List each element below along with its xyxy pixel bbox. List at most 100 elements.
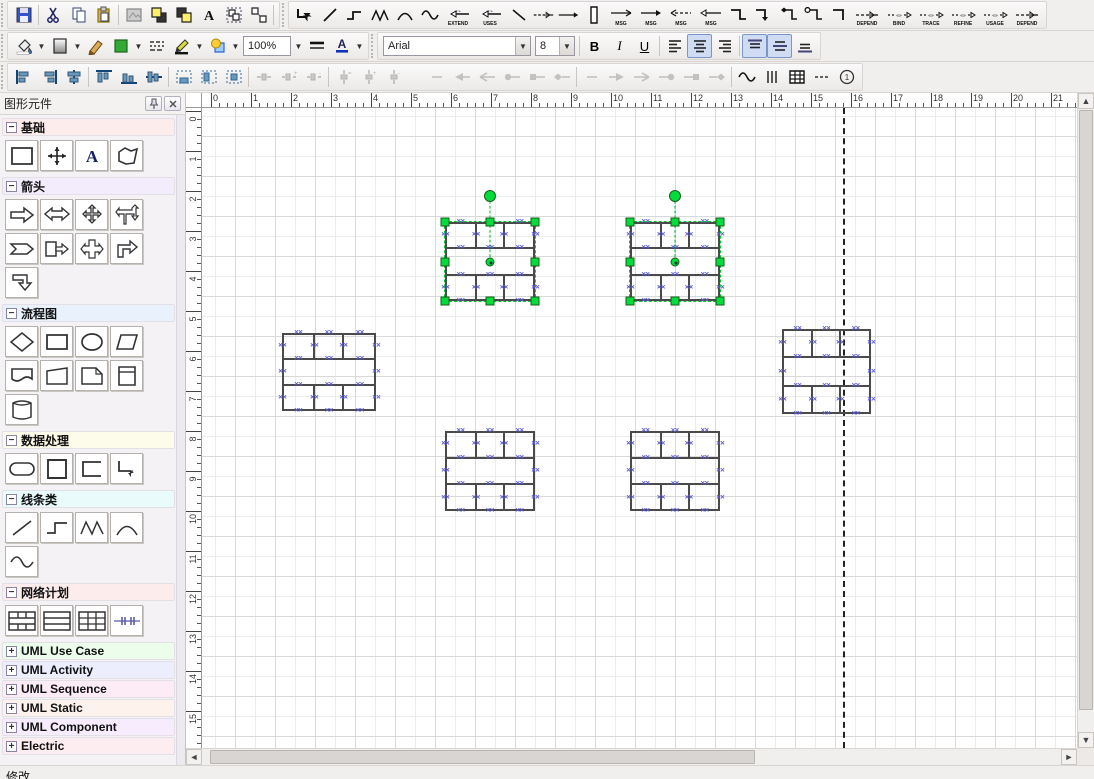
drawing-canvas[interactable]: ✕✕✕✕✕✕✕✕✕✕✕✕✕✕✕✕✕✕✕✕✕✕✕✕✕✕✕✕✕✕✕✕✕✕✕✕✕✕✕✕… (202, 108, 1077, 748)
network-table-shape[interactable]: ✕✕✕✕✕✕✕✕✕✕✕✕✕✕✕✕✕✕✕✕✕✕✕✕✕✕✕✕✕✕✕✕✕✕✕✕✕✕✕✕… (630, 222, 720, 301)
msg-back-tool[interactable]: MSG (696, 3, 726, 27)
palette-item-arrow-quad[interactable] (75, 199, 108, 230)
palette-item-rect[interactable] (5, 140, 38, 171)
section-header-8[interactable]: +UML Sequence (2, 680, 175, 698)
vertical-scrollbar[interactable]: ▲ ▼ (1077, 93, 1094, 748)
section-header-9[interactable]: +UML Static (2, 699, 175, 717)
italic-button[interactable]: I (607, 34, 632, 58)
resize-handle[interactable] (671, 297, 680, 306)
diagonal-line-tool[interactable] (506, 3, 531, 27)
font-name-combo[interactable]: Arial ▼ (383, 36, 531, 56)
palette-item-square[interactable] (40, 453, 73, 484)
align-left-button[interactable] (11, 65, 36, 89)
vertical-scroll-thumb[interactable] (1079, 110, 1093, 710)
section-header-11[interactable]: +Electric (2, 737, 175, 755)
palette-item-stadium[interactable] (5, 453, 38, 484)
font-size-dropdown[interactable]: ▼ (559, 37, 574, 55)
collapse-icon[interactable]: − (6, 181, 17, 192)
center-handle[interactable] (671, 257, 680, 266)
resize-handle[interactable] (716, 218, 725, 227)
palette-item-bracket[interactable] (75, 453, 108, 484)
palette-item-arrow-right[interactable] (5, 199, 38, 230)
dash-style-button[interactable] (809, 65, 834, 89)
line-color-button[interactable] (169, 34, 194, 58)
font-name-dropdown[interactable]: ▼ (515, 37, 530, 55)
expand-icon[interactable]: + (6, 646, 17, 657)
palette-item-tickline[interactable] (110, 605, 143, 636)
collapse-icon[interactable]: − (6, 587, 17, 598)
expand-icon[interactable]: + (6, 665, 17, 676)
bold-button[interactable]: B (582, 34, 607, 58)
send-to-back-button[interactable] (171, 3, 196, 27)
section-header-1[interactable]: −箭头 (2, 177, 175, 195)
expand-icon[interactable]: + (6, 741, 17, 752)
lifeline-tool[interactable] (581, 3, 606, 27)
format-painter-button[interactable] (83, 34, 108, 58)
section-header-3[interactable]: −数据处理 (2, 431, 175, 449)
palette-item-sine[interactable] (5, 546, 38, 577)
align-vmiddle-button[interactable] (141, 65, 166, 89)
palette-item-ellipse[interactable] (75, 326, 108, 357)
elbow-diamond-tool[interactable] (776, 3, 801, 27)
rotation-handle[interactable] (484, 190, 496, 202)
expand-icon[interactable]: + (6, 703, 17, 714)
valign-text-top-button[interactable] (742, 34, 767, 58)
palette-item-flag[interactable] (5, 360, 38, 391)
line-dash-button[interactable] (144, 34, 169, 58)
resize-handle[interactable] (716, 257, 725, 266)
msg-arrow-open-tool[interactable]: MSG (606, 3, 636, 27)
align-hcenter-button[interactable] (61, 65, 86, 89)
resize-handle[interactable] (671, 218, 680, 227)
curve-style-button[interactable] (734, 65, 759, 89)
ungroup-button[interactable] (246, 3, 271, 27)
collapse-icon[interactable]: − (6, 308, 17, 319)
resize-handle[interactable] (626, 297, 635, 306)
arrow-tool[interactable] (556, 3, 581, 27)
palette-item-polygon[interactable] (110, 140, 143, 171)
scroll-right-button[interactable]: ► (1061, 749, 1077, 765)
show-grid-button[interactable] (784, 65, 809, 89)
toolbar-grip[interactable] (371, 34, 375, 58)
network-table-shape[interactable]: ✕✕✕✕✕✕✕✕✕✕✕✕✕✕✕✕✕✕✕✕✕✕✕✕✕✕✕✕✕✕✕✕✕✕✕✕✕✕✕✕… (445, 431, 535, 511)
gradient-fill-dropdown[interactable]: ▼ (72, 34, 83, 58)
expand-icon[interactable]: + (6, 684, 17, 695)
palette-item-step[interactable] (40, 512, 73, 543)
fill-color-button[interactable] (11, 34, 36, 58)
font-color-button[interactable]: A (329, 34, 354, 58)
palette-item-predefined[interactable] (110, 360, 143, 391)
arc-tool[interactable] (392, 3, 417, 27)
palette-item-chevron[interactable] (5, 233, 38, 264)
toolbar-grip[interactable] (1, 3, 5, 27)
collapse-icon[interactable]: − (6, 494, 17, 505)
scroll-down-button[interactable]: ▼ (1078, 732, 1094, 748)
resize-handle[interactable] (626, 257, 635, 266)
zigzag-tool[interactable] (367, 3, 392, 27)
elbow-arrow-tool[interactable] (292, 3, 317, 27)
palette-item-corner-down[interactable] (5, 267, 38, 298)
palette-item-arrow-box[interactable] (40, 233, 73, 264)
quick-fill-button[interactable] (108, 34, 133, 58)
horizontal-scroll-thumb[interactable] (210, 750, 755, 764)
align-right-button[interactable] (36, 65, 61, 89)
refine-arrow-tool[interactable]: «»REFINE (947, 3, 979, 27)
fit-width-button[interactable] (171, 65, 196, 89)
resize-handle[interactable] (716, 297, 725, 306)
elbow-circle-tool[interactable] (801, 3, 826, 27)
group-button[interactable] (221, 3, 246, 27)
palette-item-arc[interactable] (110, 512, 143, 543)
font-size-combo[interactable]: 8 ▼ (535, 36, 575, 56)
resize-handle[interactable] (486, 218, 495, 227)
palette-item-text[interactable]: A (75, 140, 108, 171)
valign-text-middle-button[interactable] (767, 34, 792, 58)
align-bottom-button[interactable] (116, 65, 141, 89)
text-tool-button[interactable]: A (196, 3, 221, 27)
section-header-10[interactable]: +UML Component (2, 718, 175, 736)
palette-item-arrow-cross[interactable] (75, 233, 108, 264)
numbering-button[interactable]: 1 (834, 65, 859, 89)
palette-item-table1[interactable] (5, 605, 38, 636)
palette-item-trapezoid[interactable] (40, 360, 73, 391)
sidebar-scrollbar[interactable] (176, 115, 185, 765)
copy-button[interactable] (66, 3, 91, 27)
palette-item-tablegrid[interactable] (75, 605, 108, 636)
pin-button[interactable] (145, 96, 162, 111)
